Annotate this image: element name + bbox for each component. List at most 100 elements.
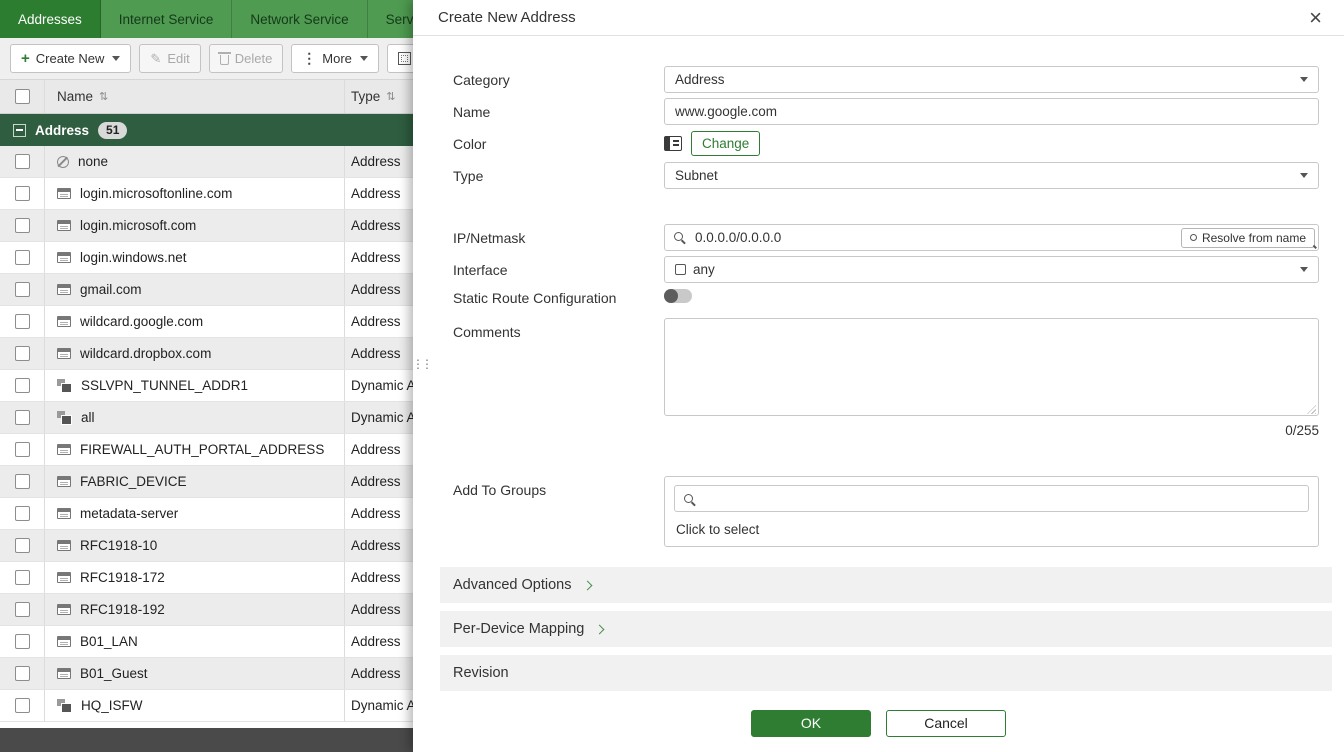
select-all-checkbox[interactable] xyxy=(15,89,30,104)
column-header-name[interactable]: Name ⇅ xyxy=(45,80,345,113)
delete-label: Delete xyxy=(235,51,273,66)
more-button[interactable]: ⋮ More xyxy=(291,44,379,73)
edit-button[interactable]: ✎ Edit xyxy=(139,44,200,73)
row-checkbox[interactable] xyxy=(15,442,30,457)
row-checkbox[interactable] xyxy=(15,154,30,169)
static-route-label: Static Route Configuration xyxy=(453,290,664,306)
resize-handle[interactable]: ⋮⋮ xyxy=(412,360,422,368)
row-name-cell: HQ_ISFW xyxy=(45,690,345,721)
cancel-button[interactable]: Cancel xyxy=(886,710,1006,737)
section-per-device-mapping[interactable]: Per-Device Mapping xyxy=(440,611,1332,647)
row-checkbox[interactable] xyxy=(15,282,30,297)
row-name-cell: B01_Guest xyxy=(45,658,345,689)
sort-icon[interactable]: ⇅ xyxy=(386,90,395,103)
resolve-label: Resolve from name xyxy=(1202,231,1306,245)
interface-select[interactable]: any xyxy=(664,256,1319,283)
row-checkbox[interactable] xyxy=(15,186,30,201)
dialog-header: Create New Address × xyxy=(413,0,1344,36)
row-name: RFC1918-192 xyxy=(80,602,165,617)
close-icon[interactable]: × xyxy=(1309,7,1322,29)
row-checkbox[interactable] xyxy=(15,346,30,361)
collapse-icon[interactable] xyxy=(13,124,26,137)
dialog-body: Category Address Name Color Change Type xyxy=(413,36,1344,694)
category-select[interactable]: Address xyxy=(664,66,1319,93)
search-icon xyxy=(1190,234,1197,241)
row-name-cell: SSLVPN_TUNNEL_ADDR1 xyxy=(45,370,345,401)
row-checkbox[interactable] xyxy=(15,378,30,393)
row-checkbox[interactable] xyxy=(15,474,30,489)
resolve-from-name-button[interactable]: Resolve from name xyxy=(1181,228,1315,248)
tab-addresses[interactable]: Addresses xyxy=(0,0,101,38)
row-checkbox-cell xyxy=(0,402,45,433)
row-checkbox[interactable] xyxy=(15,506,30,521)
address-icon xyxy=(57,540,71,551)
static-route-toggle[interactable] xyxy=(664,289,692,303)
dynamic-icon xyxy=(57,379,72,392)
trash-icon xyxy=(220,55,229,65)
add-to-groups-box[interactable]: Click to select xyxy=(664,476,1319,547)
section-advanced-options[interactable]: Advanced Options xyxy=(440,567,1332,603)
row-checkbox[interactable] xyxy=(15,698,30,713)
row-checkbox[interactable] xyxy=(15,410,30,425)
address-icon xyxy=(57,252,71,263)
groups-search-field[interactable] xyxy=(674,485,1309,512)
row-checkbox-cell xyxy=(0,658,45,689)
name-label: Name xyxy=(453,104,664,120)
comments-label: Comments xyxy=(453,318,664,340)
caret-down-icon xyxy=(360,56,368,61)
address-icon xyxy=(57,444,71,455)
address-icon xyxy=(57,284,71,295)
color-label: Color xyxy=(453,136,664,152)
any-interface-icon xyxy=(675,264,686,275)
pencil-icon: ✎ xyxy=(150,51,161,67)
category-label: Category xyxy=(453,72,664,88)
section-label: Per-Device Mapping xyxy=(453,621,584,637)
groups-hint[interactable]: Click to select xyxy=(674,522,1309,537)
address-icon xyxy=(57,668,71,679)
row-name-cell: login.windows.net xyxy=(45,242,345,273)
groups-search-input[interactable] xyxy=(700,491,1299,506)
row-name: none xyxy=(78,154,108,169)
row-checkbox[interactable] xyxy=(15,570,30,585)
row-name-cell: RFC1918-192 xyxy=(45,594,345,625)
section-label: Advanced Options xyxy=(453,577,572,593)
search-icon xyxy=(684,494,693,503)
tab-network-service[interactable]: Network Service xyxy=(232,0,367,38)
delete-button[interactable]: Delete xyxy=(209,44,284,73)
toggle-knob xyxy=(664,289,678,303)
create-new-button[interactable]: + Create New xyxy=(10,44,131,73)
row-name-cell: FABRIC_DEVICE xyxy=(45,466,345,497)
row-name-cell: none xyxy=(45,146,345,177)
row-checkbox[interactable] xyxy=(15,250,30,265)
type-select[interactable]: Subnet xyxy=(664,162,1319,189)
row-name-cell: login.microsoft.com xyxy=(45,210,345,241)
row-checkbox-cell xyxy=(0,498,45,529)
sort-icon[interactable]: ⇅ xyxy=(99,90,108,103)
tab-internet-service[interactable]: Internet Service xyxy=(101,0,233,38)
row-name-cell: wildcard.google.com xyxy=(45,306,345,337)
section-revision[interactable]: Revision xyxy=(440,655,1332,691)
row-checkbox[interactable] xyxy=(15,538,30,553)
dialog-sections: Advanced Options Per-Device Mapping Revisi… xyxy=(440,567,1332,691)
name-input[interactable] xyxy=(664,98,1319,125)
edit-label: Edit xyxy=(167,51,189,66)
create-new-address-dialog: ⋮⋮ Create New Address × Category Address… xyxy=(413,0,1344,752)
row-name: gmail.com xyxy=(80,282,142,297)
chevron-right-icon xyxy=(582,581,592,591)
row-name-cell: RFC1918-172 xyxy=(45,562,345,593)
ok-button[interactable]: OK xyxy=(751,710,871,737)
address-icon xyxy=(57,604,71,615)
comments-textarea[interactable] xyxy=(664,318,1319,416)
row-checkbox[interactable] xyxy=(15,634,30,649)
row-checkbox[interactable] xyxy=(15,602,30,617)
row-checkbox-cell xyxy=(0,690,45,721)
row-checkbox[interactable] xyxy=(15,314,30,329)
row-checkbox[interactable] xyxy=(15,218,30,233)
row-checkbox-cell xyxy=(0,434,45,465)
row-checkbox-cell xyxy=(0,306,45,337)
expand-icon xyxy=(398,52,411,65)
caret-down-icon xyxy=(1300,173,1308,178)
change-color-button[interactable]: Change xyxy=(691,131,760,156)
comments-counter: 0/255 xyxy=(453,423,1319,438)
row-checkbox[interactable] xyxy=(15,666,30,681)
